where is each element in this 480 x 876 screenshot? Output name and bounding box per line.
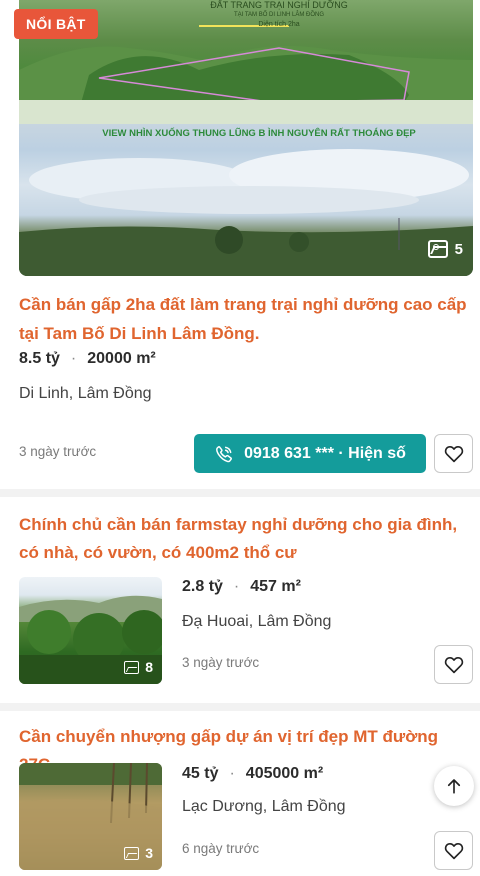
photo-count: 5 [427,240,463,258]
listing-meta: 2.8 tỷ · 457 m² [182,578,301,595]
photo-count-value: 8 [145,659,153,675]
show-phone-label: 0918 631 *** · Hiện số [244,444,406,462]
divider [0,489,480,497]
listing-meta: 8.5 tỷ · 20000 m² [19,350,156,367]
scroll-to-top-button[interactable] [434,766,474,806]
listing-thumbnail[interactable]: 3 [19,763,162,870]
photo-count-value: 5 [454,240,463,258]
save-listing-button[interactable] [434,645,473,684]
listing-thumbnail[interactable]: 8 [19,577,162,684]
image-icon [124,846,140,860]
save-listing-button[interactable] [434,434,473,473]
listing-location: Lạc Dương, Lâm Đồng [182,798,346,815]
save-listing-button[interactable] [434,831,473,870]
phone-icon [216,445,233,462]
heart-icon [444,656,463,673]
listing-location: Di Linh, Lâm Đồng [19,385,152,402]
listing-price: 45 tỷ [182,765,219,782]
image-icon [124,660,140,674]
featured-listing-image[interactable]: ĐẤT TRANG TRẠI NGHỈ DƯỠNG TẠI TAM BỐ DI … [19,0,473,276]
listing-area: 457 m² [250,578,301,595]
heart-icon [444,445,463,462]
listing-posted-time: 3 ngày trước [19,444,97,459]
listing-posted-time: 3 ngày trước [182,655,260,670]
heart-icon [444,842,463,859]
listing-title[interactable]: Chính chủ cần bán farmstay nghỉ dưỡng ch… [19,511,464,567]
image-caption-view: VIEW NHÌN XUỐNG THUNG LŨNG B ÌNH NGUYÊN … [102,128,416,139]
listing-area: 20000 m² [87,350,156,367]
listing-location: Đạ Huoai, Lâm Đồng [182,613,332,630]
divider [0,703,480,711]
listing-price: 8.5 tỷ [19,350,60,367]
listing-area: 405000 m² [245,765,324,782]
listing-meta: 45 tỷ · 405000 m² [182,765,324,782]
featured-badge: NỔI BẬT [14,9,98,39]
listing-title[interactable]: Cần bán gấp 2ha đất làm trang trại nghỉ … [19,290,469,348]
show-phone-button[interactable]: 0918 631 *** · Hiện số [194,434,426,473]
listing-price: 2.8 tỷ [182,578,223,595]
photo-count-value: 3 [145,845,153,861]
photo-count: 8 [124,659,153,675]
listing-posted-time: 6 ngày trước [182,841,260,856]
photo-count: 3 [124,845,153,861]
arrow-up-icon [447,779,461,794]
image-caption: ĐẤT TRANG TRẠI NGHỈ DƯỠNG TẠI TAM BỐ DI … [210,0,348,28]
image-icon [427,240,448,258]
